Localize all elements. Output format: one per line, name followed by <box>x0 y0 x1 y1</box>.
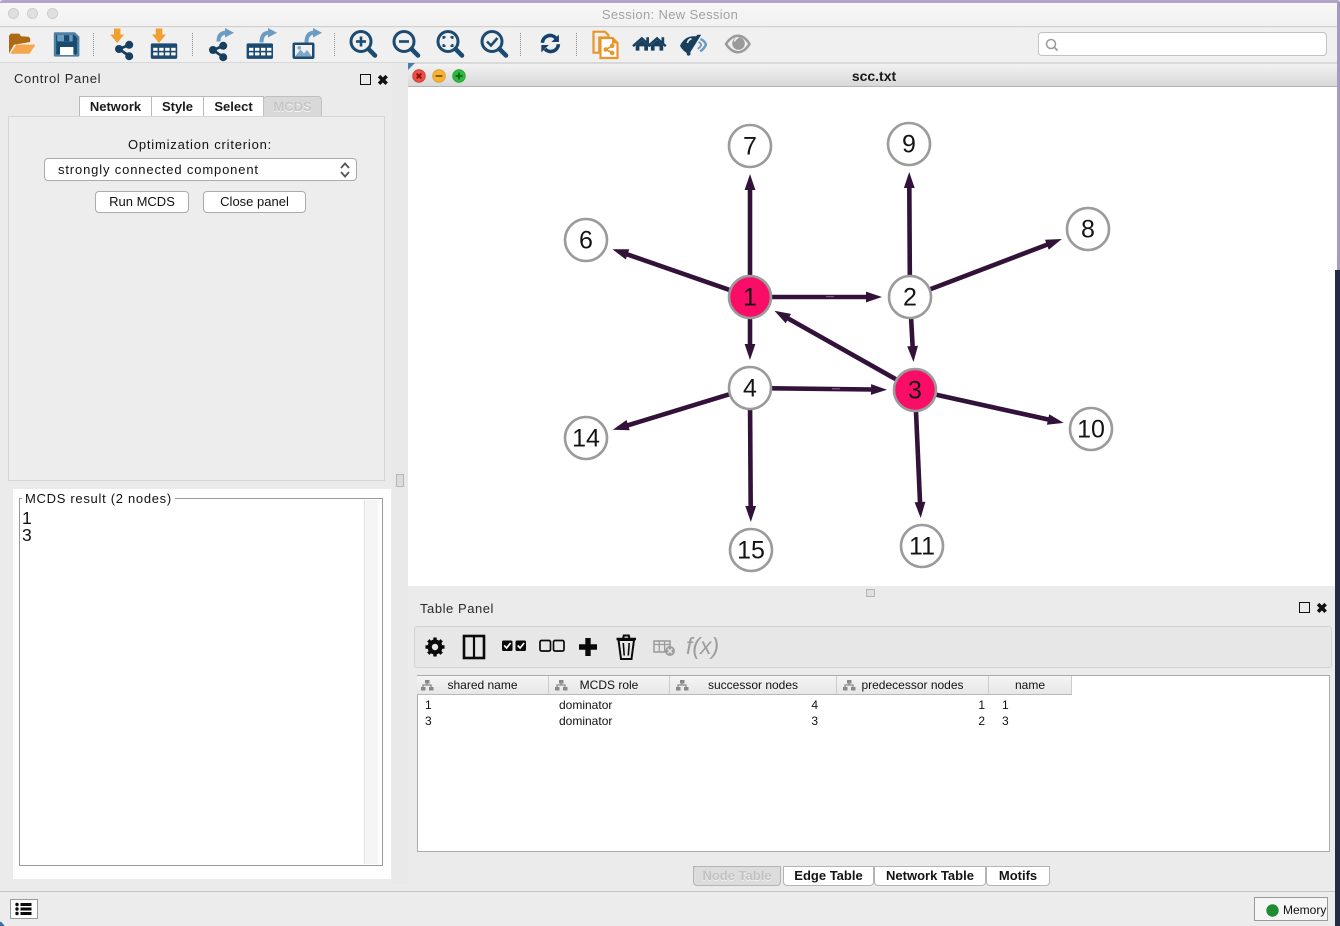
svg-text:8: 8 <box>1081 216 1095 244</box>
svg-text:11: 11 <box>909 533 935 561</box>
svg-text:15: 15 <box>737 537 765 565</box>
svg-text:9: 9 <box>902 131 916 159</box>
svg-text:10: 10 <box>1077 416 1105 444</box>
svg-text:7: 7 <box>743 133 757 161</box>
svg-text:1: 1 <box>743 284 757 312</box>
svg-text:4: 4 <box>743 375 757 403</box>
svg-text:6: 6 <box>579 227 593 255</box>
svg-text:3: 3 <box>908 377 922 405</box>
svg-text:14: 14 <box>572 425 600 453</box>
svg-text:2: 2 <box>903 284 917 312</box>
svg-text:f(x): f(x) <box>686 633 719 659</box>
